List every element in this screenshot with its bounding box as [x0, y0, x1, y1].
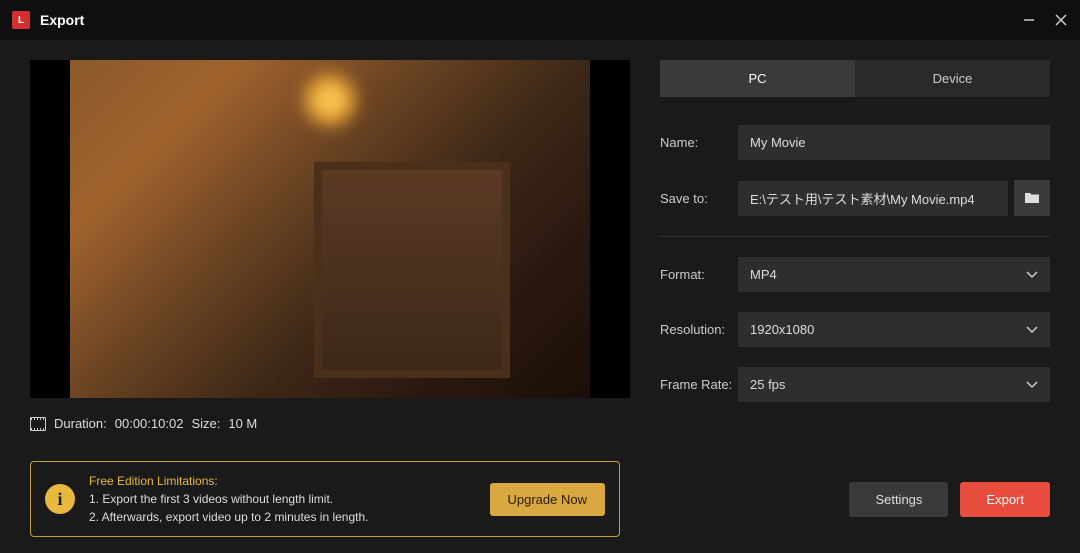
divider — [660, 236, 1050, 237]
resolution-row: Resolution: 1920x1080 — [660, 312, 1050, 347]
tab-pc[interactable]: PC — [660, 60, 855, 97]
format-select[interactable]: MP4 — [738, 257, 1050, 292]
chevron-down-icon — [1026, 322, 1038, 337]
right-panel: PC Device Name: Save to: Format: MP4 Res… — [660, 60, 1050, 431]
main-content: Duration: 00:00:10:02 Size: 10 M PC Devi… — [0, 40, 1080, 431]
size-value: 10 M — [228, 416, 257, 431]
left-panel: Duration: 00:00:10:02 Size: 10 M — [30, 60, 630, 431]
limitation-line1: 1. Export the first 3 videos without len… — [89, 490, 476, 508]
resolution-label: Resolution: — [660, 322, 738, 337]
app-icon: L — [12, 11, 30, 29]
framerate-value: 25 fps — [750, 377, 785, 392]
duration-value: 00:00:10:02 — [115, 416, 184, 431]
window-controls — [1022, 13, 1068, 27]
window-title: Export — [40, 12, 1022, 28]
framerate-select[interactable]: 25 fps — [738, 367, 1050, 402]
format-row: Format: MP4 — [660, 257, 1050, 292]
tab-row: PC Device — [660, 60, 1050, 97]
size-label: Size: — [191, 416, 220, 431]
format-value: MP4 — [750, 267, 777, 282]
bottom-bar: i Free Edition Limitations: 1. Export th… — [30, 461, 1050, 537]
limitation-text: Free Edition Limitations: 1. Export the … — [89, 472, 476, 526]
name-label: Name: — [660, 135, 738, 150]
preview-image — [70, 60, 590, 398]
preview-box — [30, 60, 630, 398]
export-button[interactable]: Export — [960, 482, 1050, 517]
resolution-value: 1920x1080 — [750, 322, 814, 337]
browse-folder-button[interactable] — [1014, 180, 1050, 216]
video-info-row: Duration: 00:00:10:02 Size: 10 M — [30, 416, 630, 431]
name-input[interactable] — [738, 125, 1050, 160]
chevron-down-icon — [1026, 377, 1038, 392]
saveto-label: Save to: — [660, 191, 738, 206]
framerate-label: Frame Rate: — [660, 377, 738, 392]
settings-button[interactable]: Settings — [849, 482, 948, 517]
name-row: Name: — [660, 125, 1050, 160]
saveto-input[interactable] — [738, 181, 1008, 216]
tab-device[interactable]: Device — [855, 60, 1050, 97]
limitation-box: i Free Edition Limitations: 1. Export th… — [30, 461, 620, 537]
format-label: Format: — [660, 267, 738, 282]
framerate-row: Frame Rate: 25 fps — [660, 367, 1050, 402]
film-icon — [30, 417, 46, 431]
info-icon: i — [45, 484, 75, 514]
chevron-down-icon — [1026, 267, 1038, 282]
folder-icon — [1024, 191, 1040, 205]
minimize-button[interactable] — [1022, 13, 1036, 27]
titlebar: L Export — [0, 0, 1080, 40]
action-buttons: Settings Export — [849, 482, 1050, 517]
saveto-row: Save to: — [660, 180, 1050, 216]
duration-label: Duration: — [54, 416, 107, 431]
limitation-title: Free Edition Limitations: — [89, 472, 476, 490]
resolution-select[interactable]: 1920x1080 — [738, 312, 1050, 347]
upgrade-button[interactable]: Upgrade Now — [490, 483, 606, 516]
limitation-line2: 2. Afterwards, export video up to 2 minu… — [89, 508, 476, 526]
close-button[interactable] — [1054, 13, 1068, 27]
